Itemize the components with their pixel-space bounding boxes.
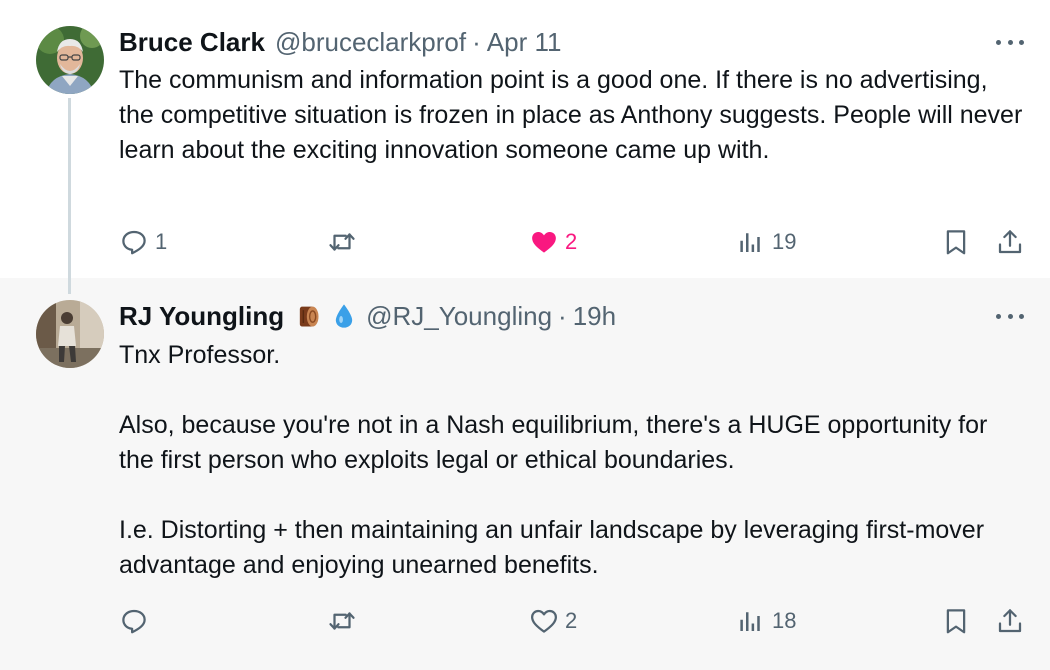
repost-button[interactable] bbox=[327, 603, 363, 639]
more-options-button[interactable] bbox=[996, 32, 1024, 52]
view-count: 19 bbox=[772, 229, 797, 254]
thread-connector-line bbox=[68, 98, 71, 294]
avatar-bruce-clark[interactable] bbox=[36, 26, 104, 94]
tweet-header: RJ Youngling @RJ_Youngling · 19h bbox=[119, 300, 616, 332]
share-button[interactable] bbox=[995, 224, 1025, 260]
heart-outline-icon bbox=[531, 609, 557, 633]
repost-button[interactable] bbox=[327, 224, 363, 260]
bookmark-button[interactable] bbox=[941, 224, 971, 260]
timestamp[interactable]: 19h bbox=[573, 300, 616, 332]
display-name[interactable]: Bruce Clark bbox=[119, 26, 265, 58]
views-button[interactable]: 18 bbox=[736, 603, 796, 639]
water-drop-icon bbox=[332, 302, 356, 330]
analytics-icon bbox=[740, 233, 760, 252]
view-count: 18 bbox=[772, 608, 797, 633]
tweet-header: Bruce Clark @bruceclarkprof · Apr 11 bbox=[119, 26, 561, 58]
like-button[interactable]: 2 bbox=[529, 603, 577, 639]
user-handle[interactable]: @bruceclarkprof bbox=[275, 26, 466, 58]
more-options-button[interactable] bbox=[996, 306, 1024, 326]
timestamp[interactable]: Apr 11 bbox=[487, 26, 562, 58]
heart-filled-icon bbox=[532, 232, 556, 253]
bookmark-button[interactable] bbox=[941, 603, 971, 639]
more-dot-icon bbox=[1007, 313, 1013, 319]
user-handle[interactable]: @RJ_Youngling bbox=[366, 300, 552, 332]
share-button[interactable] bbox=[995, 603, 1025, 639]
like-count: 2 bbox=[565, 608, 578, 633]
tweet-actions: 2 18 bbox=[119, 603, 1030, 639]
bookmark-icon bbox=[946, 609, 966, 634]
reply-button[interactable]: 1 bbox=[119, 224, 167, 260]
share-icon bbox=[998, 609, 1022, 633]
views-button[interactable]: 19 bbox=[736, 224, 796, 260]
bookmark-icon bbox=[946, 230, 966, 255]
more-dot-icon bbox=[1019, 39, 1024, 45]
separator-dot: · bbox=[472, 27, 481, 57]
tweet-bruce-clark[interactable]: Bruce Clark @bruceclarkprof · Apr 11 The… bbox=[0, 0, 1050, 278]
tweet-text: Tnx Professor. Also, because you're not … bbox=[119, 341, 988, 579]
like-button[interactable]: 2 bbox=[529, 224, 577, 260]
tweet-text: The communism and information point is a… bbox=[119, 66, 1030, 164]
reply-count: 1 bbox=[155, 229, 168, 254]
tweet-actions: 1 2 19 bbox=[119, 224, 1030, 260]
more-dot-icon bbox=[1019, 313, 1024, 319]
wood-log-icon bbox=[294, 302, 322, 330]
avatar-rj-youngling[interactable] bbox=[36, 300, 104, 368]
more-dot-icon bbox=[1007, 39, 1013, 45]
reply-button[interactable] bbox=[119, 603, 155, 639]
reply-icon bbox=[122, 609, 146, 634]
more-dot-icon bbox=[996, 313, 1001, 319]
reply-icon bbox=[122, 230, 146, 255]
like-count: 2 bbox=[565, 229, 578, 254]
tweet-rj-youngling[interactable]: RJ Youngling @RJ_Youngling · 19h Tnx Pro… bbox=[0, 278, 1050, 670]
analytics-icon bbox=[740, 612, 760, 631]
repost-icon bbox=[329, 233, 355, 251]
display-name[interactable]: RJ Youngling bbox=[119, 300, 284, 332]
more-dot-icon bbox=[996, 39, 1001, 45]
share-icon bbox=[998, 230, 1022, 254]
separator-dot: · bbox=[558, 301, 567, 331]
repost-icon bbox=[329, 612, 355, 630]
